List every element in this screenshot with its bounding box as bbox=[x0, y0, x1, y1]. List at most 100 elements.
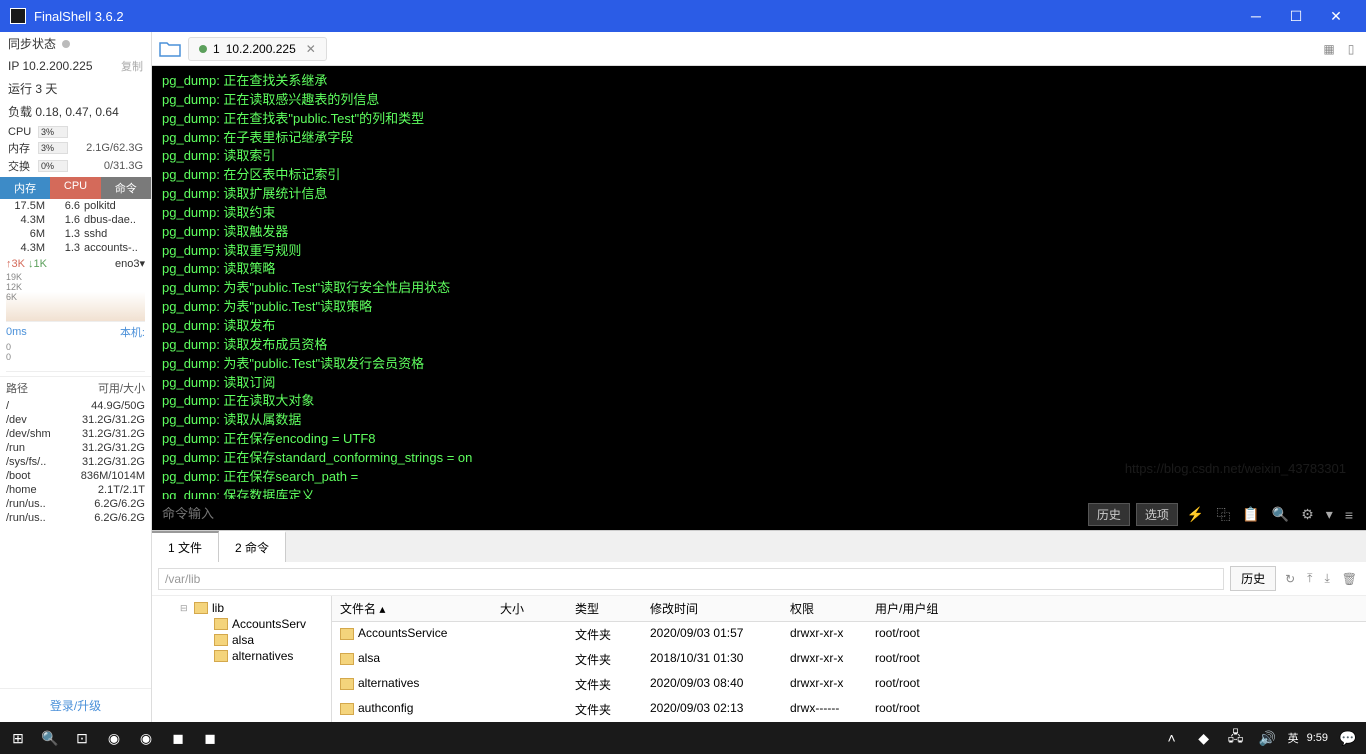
tab-cmd[interactable]: 命令 bbox=[101, 177, 151, 199]
app-icon[interactable]: ◼ bbox=[198, 726, 222, 750]
col-user[interactable]: 用户/用户组 bbox=[867, 596, 957, 621]
process-row[interactable]: 17.5M6.6polkitd bbox=[0, 199, 151, 213]
tab-commands[interactable]: 2 命令 bbox=[219, 531, 286, 562]
tree-node[interactable]: alternatives bbox=[156, 648, 327, 664]
trash-icon[interactable]: 🗑 bbox=[1339, 572, 1360, 586]
chrome-icon[interactable]: ◉ bbox=[102, 726, 126, 750]
terminal-line: pg_dump: 读取触发器 bbox=[162, 223, 1356, 242]
windows-start-icon[interactable]: ⊞ bbox=[6, 726, 30, 750]
path-input[interactable]: /var/lib bbox=[158, 568, 1224, 590]
upload-icon[interactable]: ⤒ bbox=[1304, 571, 1315, 586]
tab-cpu[interactable]: CPU bbox=[50, 177, 100, 199]
terminal-line: pg_dump: 正在查找关系继承 bbox=[162, 72, 1356, 91]
tabbar: 1 10.2.200.225 ✕ ▦ ▯ bbox=[152, 32, 1366, 66]
copy-icon[interactable]: ⿻ bbox=[1213, 505, 1233, 525]
col-type[interactable]: 类型 bbox=[567, 596, 642, 621]
tab-label: 10.2.200.225 bbox=[226, 42, 296, 56]
terminal-line: pg_dump: 在分区表中标记索引 bbox=[162, 166, 1356, 185]
tab-close-icon[interactable]: ✕ bbox=[306, 42, 316, 56]
layout-icon[interactable]: ▯ bbox=[1342, 40, 1360, 58]
tab-files[interactable]: 1 文件 bbox=[152, 531, 219, 562]
disk-row[interactable]: /sys/fs/..31.2G/31.2G bbox=[0, 455, 151, 469]
grid-icon[interactable]: ▦ bbox=[1320, 40, 1338, 58]
folder-open-icon[interactable] bbox=[158, 40, 182, 58]
folder-tree[interactable]: ⊟ lib AccountsServalsaalternatives bbox=[152, 596, 332, 722]
refresh-icon[interactable]: ↻ bbox=[1282, 572, 1298, 586]
session-tab[interactable]: 1 10.2.200.225 ✕ bbox=[188, 37, 327, 61]
terminal-line: pg_dump: 为表"public.Test"读取发行会员资格 bbox=[162, 355, 1356, 374]
paste-icon[interactable]: 📋 bbox=[1239, 506, 1262, 523]
menu-icon[interactable]: ≡ bbox=[1342, 507, 1356, 523]
disk-list: /44.9G/50G/dev31.2G/31.2G/dev/shm31.2G/3… bbox=[0, 399, 151, 525]
close-button[interactable]: ✕ bbox=[1316, 8, 1356, 25]
disk-row[interactable]: /run/us..6.2G/6.2G bbox=[0, 497, 151, 511]
tab-number: 1 bbox=[213, 42, 220, 56]
maximize-button[interactable]: ☐ bbox=[1276, 8, 1316, 25]
lang-indicator[interactable]: 英 bbox=[1288, 730, 1299, 746]
dropdown-icon[interactable]: ▾ bbox=[139, 257, 145, 270]
minimize-button[interactable]: ─ bbox=[1236, 8, 1276, 24]
swap-value: 0/31.3G bbox=[104, 160, 143, 172]
col-time[interactable]: 修改时间 bbox=[642, 596, 782, 621]
search-icon[interactable]: 🔍 bbox=[38, 726, 62, 750]
file-row[interactable]: authconfig文件夹2020/09/03 02:13drwx------r… bbox=[332, 697, 1366, 722]
tray-icon[interactable]: ◆ bbox=[1192, 726, 1216, 750]
latency: 0ms bbox=[6, 326, 27, 338]
file-row[interactable]: AccountsService文件夹2020/09/03 01:57drwxr-… bbox=[332, 622, 1366, 647]
tab-mem[interactable]: 内存 bbox=[0, 177, 50, 199]
bolt-icon[interactable]: ⚡ bbox=[1184, 506, 1207, 523]
file-row[interactable]: alternatives文件夹2020/09/03 08:40drwxr-xr-… bbox=[332, 672, 1366, 697]
terminal-line: pg_dump: 在子表里标记继承字段 bbox=[162, 129, 1356, 148]
tree-node[interactable]: alsa bbox=[156, 632, 327, 648]
net-interface[interactable]: eno3 bbox=[115, 258, 139, 270]
options-button[interactable]: 选项 bbox=[1136, 503, 1178, 526]
terminal[interactable]: pg_dump: 正在查找关系继承pg_dump: 正在读取感兴趣表的列信息 pg… bbox=[152, 66, 1366, 499]
tree-node[interactable]: AccountsServ bbox=[156, 616, 327, 632]
swap-label: 交换 bbox=[8, 158, 38, 174]
terminal-line: pg_dump: 读取订阅 bbox=[162, 374, 1356, 393]
collapse-icon[interactable]: ⊟ bbox=[180, 603, 190, 614]
terminal-line: pg_dump: 读取策略 bbox=[162, 260, 1356, 279]
command-input[interactable] bbox=[162, 507, 1088, 522]
network-icon[interactable]: 🖧 bbox=[1224, 726, 1248, 750]
path-history-button[interactable]: 历史 bbox=[1230, 566, 1276, 591]
process-row[interactable]: 6M1.3sshd bbox=[0, 227, 151, 241]
gear-icon[interactable]: ⚙ bbox=[1298, 506, 1317, 523]
login-upgrade-link[interactable]: 登录/升级 bbox=[0, 688, 151, 722]
disk-row[interactable]: /home2.1T/2.1T bbox=[0, 483, 151, 497]
process-row[interactable]: 4.3M1.3accounts-.. bbox=[0, 241, 151, 255]
app-icon[interactable]: ◼ bbox=[166, 726, 190, 750]
col-perm[interactable]: 权限 bbox=[782, 596, 867, 621]
disk-row[interactable]: /boot836M/1014M bbox=[0, 469, 151, 483]
net-up: 3K bbox=[12, 258, 25, 270]
terminal-line: pg_dump: 正在读取感兴趣表的列信息 bbox=[162, 91, 1356, 110]
history-button[interactable]: 历史 bbox=[1088, 503, 1130, 526]
disk-row[interactable]: /run/us..6.2G/6.2G bbox=[0, 511, 151, 525]
notification-icon[interactable]: 💬 bbox=[1336, 726, 1360, 750]
disk-row[interactable]: /dev31.2G/31.2G bbox=[0, 413, 151, 427]
tree-root[interactable]: lib bbox=[212, 601, 224, 615]
file-table: 文件名 ▴ 大小 类型 修改时间 权限 用户/用户组 AccountsServi… bbox=[332, 596, 1366, 722]
process-row[interactable]: 4.3M1.6dbus-dae.. bbox=[0, 213, 151, 227]
mem-value: 2.1G/62.3G bbox=[86, 142, 143, 154]
cpu-bar: 3% bbox=[38, 126, 68, 138]
search-icon[interactable]: 🔍 bbox=[1269, 506, 1292, 523]
col-name[interactable]: 文件名 ▴ bbox=[332, 596, 492, 621]
copy-button[interactable]: 复制 bbox=[121, 58, 143, 74]
cpu-label: CPU bbox=[8, 126, 38, 138]
task-view-icon[interactable]: ⊡ bbox=[70, 726, 94, 750]
ip-label: IP 10.2.200.225 bbox=[8, 59, 93, 73]
volume-icon[interactable]: 🔊 bbox=[1256, 726, 1280, 750]
edge-icon[interactable]: ◉ bbox=[134, 726, 158, 750]
process-tabs: 内存 CPU 命令 bbox=[0, 177, 151, 199]
disk-row[interactable]: /dev/shm31.2G/31.2G bbox=[0, 427, 151, 441]
download-icon[interactable]: ⤓ bbox=[1321, 571, 1332, 586]
file-row[interactable]: alsa文件夹2018/10/31 01:30drwxr-xr-xroot/ro… bbox=[332, 647, 1366, 672]
disk-row[interactable]: /run31.2G/31.2G bbox=[0, 441, 151, 455]
disk-row[interactable]: /44.9G/50G bbox=[0, 399, 151, 413]
terminal-line: pg_dump: 读取发布成员资格 bbox=[162, 336, 1356, 355]
col-size[interactable]: 大小 bbox=[492, 596, 567, 621]
chevron-down-icon[interactable]: ▾ bbox=[1323, 506, 1336, 523]
clock[interactable]: 9:59 bbox=[1307, 732, 1328, 744]
tray-up-icon[interactable]: ˄ bbox=[1160, 726, 1184, 750]
